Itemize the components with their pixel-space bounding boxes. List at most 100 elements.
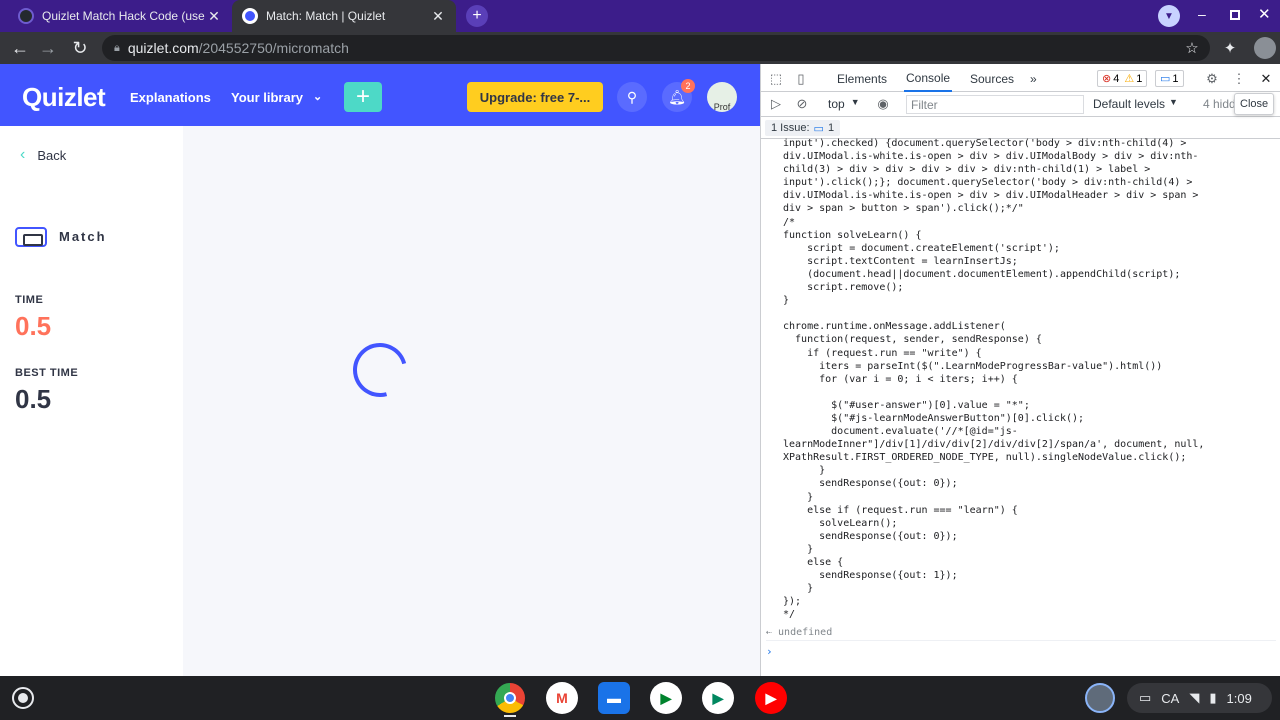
console-code-line: for (var i = 0; i < iters; i++) { [783,373,1018,385]
console-result: ⇠ undefined [766,627,1276,641]
tab-console[interactable]: Console [904,66,953,92]
console-code-line: }); [783,596,802,608]
more-tabs-icon[interactable]: » [1028,66,1039,92]
inspect-element-icon[interactable]: ⬚ [767,70,785,88]
console-code-line: div.UIModal.is-white.is-open > div > div… [783,151,1199,163]
battery-icon: ▮ [1209,690,1217,705]
eye-icon[interactable]: ◉ [874,95,892,113]
close-tab-icon[interactable]: ✕ [430,8,446,25]
nav-your-library-label: Your library [231,90,304,105]
gmail-app-icon[interactable]: M [546,682,578,714]
tab-elements[interactable]: Elements [835,66,889,92]
reload-icon[interactable]: ↻ [66,32,94,64]
console-code-line: } [783,465,826,477]
close-icon[interactable]: ✕ [1257,70,1275,88]
clock-time: 1:09 [1226,690,1252,706]
mode-title: Match [59,229,107,244]
clear-console-icon[interactable]: ⊘ [793,95,811,113]
maximize-icon[interactable] [1230,10,1240,20]
upgrade-button[interactable]: Upgrade: free 7-... [467,82,603,112]
tab-sources[interactable]: Sources [968,66,1016,92]
address-bar[interactable]: 🔒︎ quizlet.com/204552750/micromatch [102,35,1210,61]
youtube-app-icon[interactable]: ▶ [755,682,787,714]
device-toolbar-icon[interactable]: ▯ [792,70,810,88]
new-tab-button[interactable]: + [466,5,488,27]
console-prompt[interactable]: › [766,645,773,658]
filter-input[interactable]: Filter [906,95,1084,114]
console-code-line: input').checked) {document.querySelector… [783,138,1187,149]
match-mode-icon [15,227,47,247]
sidebar-toggle-icon[interactable]: ▷ [767,95,785,113]
issues-count: 1 [827,122,835,134]
wifi-icon: ◥ [1189,690,1200,705]
console-code-line [783,386,1253,399]
quizlet-logo[interactable]: Quizlet [22,82,106,113]
tab-quizlet-hack[interactable]: Quizlet Match Hack Code (use ta ✕ [8,0,232,32]
console-code-line: function solveLearn() { [783,229,922,241]
quizlet-favicon-icon [242,8,258,24]
chevron-down-icon: ▼ [1169,97,1178,107]
console-code-line: input').click();}; document.querySelecto… [783,177,1193,189]
hidden-count: 4 hidd [1203,97,1236,111]
console-code-line: } [783,491,814,503]
play-store-app-icon[interactable]: ▶ [702,682,734,714]
tab-quizlet-match[interactable]: Match: Match | Quizlet ✕ [232,0,456,32]
account-avatar[interactable] [1254,37,1276,59]
console-code-line: $("#js-learnModeAnswerButton")[0].click(… [783,412,1085,424]
result-arrow-icon: ⇠ [766,627,773,638]
console-code-line: } [783,295,790,307]
context-select[interactable]: top ▼ [828,97,860,111]
chevron-down-icon: ⌄ [313,91,323,103]
status-tray[interactable]: ▭ CA ◥ ▮ 1:09 [1127,683,1272,713]
nav-your-library[interactable]: Your library ⌄ [231,90,322,105]
back-label: Back [37,147,67,163]
console-code-line: iters = parseInt($(".LearnModeProgressBa… [783,360,1163,372]
issues-chip[interactable]: 1 Issue: ▭ 1 [765,120,841,136]
warning-icon: ⚠ [1124,73,1135,85]
launcher-dot [18,693,28,703]
error-warning-counter[interactable]: ⊗ 4 ⚠ 1 [1097,70,1148,87]
extensions-puzzle-icon[interactable]: ✦ [1216,32,1244,64]
back-arrow-icon[interactable]: ← [6,32,34,64]
console-code-line: learnModeInner"]/div[1]/div/div[2]/div/d… [783,439,1205,451]
chrome-app-icon[interactable] [494,682,526,714]
nav-explanations[interactable]: Explanations [130,90,211,105]
url-path: /204552750/micromatch [198,40,349,56]
log-levels-select[interactable]: Default levels ▼ [1093,97,1178,111]
console-code-line: else { [783,557,844,568]
close-tab-icon[interactable]: ✕ [206,8,222,25]
launcher-icon[interactable] [12,687,34,709]
back-link[interactable]: ‹ Back [20,146,66,164]
warning-count: 1 [1136,72,1143,85]
bookmark-star-icon[interactable]: ☆ [1178,32,1206,64]
console-code-line: } [783,583,814,595]
forward-arrow-icon[interactable]: → [34,32,62,64]
console-code-line: /* [783,216,796,228]
console-code-line: if (request.run == "write") { [783,347,982,359]
screen-recorder-icon[interactable] [1085,683,1115,713]
profile-dropdown-icon[interactable]: ▼ [1158,5,1180,27]
gear-icon[interactable]: ⚙ [1203,70,1221,88]
meet-app-icon[interactable]: ▶ [650,682,682,714]
close-tooltip: Close [1234,93,1275,115]
messages-counter[interactable]: ▭ 1 [1155,70,1184,87]
chevron-left-icon: ‹ [20,146,26,163]
log-levels-value: Default levels [1093,97,1166,111]
console-code-line: else if (request.run === "learn") { [783,504,1018,516]
console-code-line: (document.head||document.documentElement… [783,268,1181,280]
close-window-icon[interactable]: ✕ [1258,5,1271,23]
console-code-line: sendResponse({out: 1}); [783,570,958,582]
kebab-menu-icon[interactable]: ⋮ [1230,70,1248,88]
avatar[interactable]: Prof [707,82,737,112]
time-value: 0.5 [15,311,52,341]
search-icon[interactable]: ⚲ [617,82,647,112]
active-app-indicator [504,715,516,717]
message-icon: ▭ [1160,73,1171,85]
console-code-line: $("#user-answer")[0].value = "*"; [783,399,1030,411]
files-app-icon[interactable]: ▬ [598,682,630,714]
console-code-line: document.evaluate('//*[@id="js- [783,426,1018,438]
minimize-icon[interactable]: – [1198,6,1214,26]
create-plus-button[interactable]: + [344,82,382,112]
best-time-value: 0.5 [15,384,52,414]
console-code-line: div.UIModal.is-white.is-open > div > div… [783,190,1199,202]
